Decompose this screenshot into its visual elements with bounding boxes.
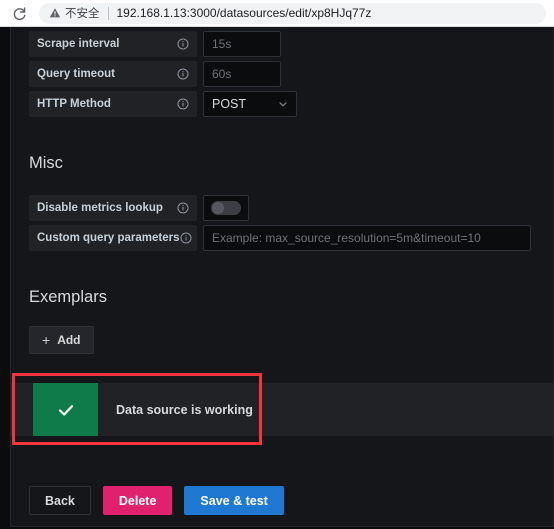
info-circle-icon[interactable] [177, 98, 189, 110]
field-label-query-timeout: Query timeout [29, 61, 197, 87]
label-text: Scrape interval [37, 38, 120, 50]
form-actions: Back Delete Save & test [29, 486, 284, 515]
field-label-scrape-interval: Scrape interval [29, 31, 197, 57]
form-row-disable-metrics-lookup: Disable metrics lookup [29, 195, 535, 221]
plus-icon: + [42, 332, 51, 348]
toggle-disable-metrics-lookup[interactable] [203, 195, 249, 221]
form-row-scrape-interval: Scrape interval 15s [29, 31, 535, 57]
info-circle-icon[interactable] [177, 68, 189, 80]
form-row-query-timeout: Query timeout 60s [29, 61, 535, 87]
input-query-timeout[interactable]: 60s [203, 61, 281, 87]
add-exemplar-button[interactable]: + Add [29, 326, 94, 354]
back-button[interactable]: Back [29, 486, 91, 515]
alert-message: Data source is working [116, 402, 253, 417]
delete-button[interactable]: Delete [102, 486, 173, 515]
label-text: Disable metrics lookup [37, 202, 163, 214]
input-scrape-interval[interactable]: 15s [203, 31, 281, 57]
info-circle-icon[interactable] [180, 232, 192, 244]
url-text: 192.168.1.13:3000/datasources/edit/xp8HJ… [116, 6, 372, 20]
warning-triangle-icon [49, 7, 61, 19]
form-row-http-method: HTTP Method POST [29, 91, 535, 117]
field-label-disable-metrics-lookup: Disable metrics lookup [29, 195, 197, 221]
label-text: HTTP Method [37, 98, 111, 110]
check-icon [33, 383, 98, 436]
page-body: Scrape interval 15s Query timeout 60s HT… [0, 27, 554, 529]
toggle-track [211, 201, 241, 215]
label-text: Custom query parameters [37, 232, 180, 244]
save-and-test-button[interactable]: Save & test [184, 486, 284, 515]
settings-content: Scrape interval 15s Query timeout 60s HT… [11, 27, 553, 354]
datasource-test-alert: Data source is working [11, 383, 553, 436]
form-row-custom-query-parameters: Custom query parameters Example: max_sou… [29, 225, 535, 251]
address-bar[interactable]: 不安全 192.168.1.13:3000/datasources/edit/x… [39, 2, 546, 24]
alert-content: Data source is working [33, 383, 271, 436]
reload-icon[interactable] [8, 2, 30, 24]
section-title-misc: Misc [29, 154, 63, 172]
security-status-label: 不安全 [65, 8, 100, 20]
info-circle-icon[interactable] [177, 202, 189, 214]
browser-toolbar: 不安全 192.168.1.13:3000/datasources/edit/x… [0, 0, 554, 27]
select-value: POST [212, 97, 247, 111]
label-text: Query timeout [37, 68, 115, 80]
section-title-exemplars: Exemplars [29, 288, 107, 306]
omnibox-divider [107, 6, 109, 20]
select-http-method[interactable]: POST [203, 91, 297, 117]
input-custom-query-parameters[interactable]: Example: max_source_resolution=5m&timeou… [203, 225, 531, 251]
field-label-http-method: HTTP Method [29, 91, 197, 117]
toggle-knob [212, 202, 224, 214]
add-button-label: Add [57, 333, 81, 347]
info-circle-icon[interactable] [177, 38, 189, 50]
field-label-custom-query-parameters: Custom query parameters [29, 225, 197, 251]
chevron-down-icon [278, 99, 288, 109]
datasource-settings-panel: Scrape interval 15s Query timeout 60s HT… [10, 27, 554, 527]
